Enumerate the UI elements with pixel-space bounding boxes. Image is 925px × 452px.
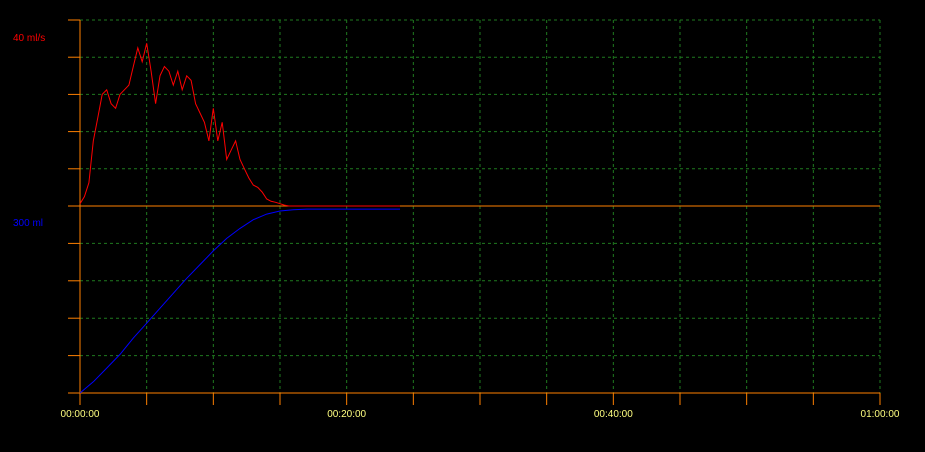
flow-series-line bbox=[79, 43, 400, 207]
flow-max-label: 40 ml/s bbox=[13, 33, 45, 44]
volume-max-label: 300 ml bbox=[13, 218, 43, 229]
axis-layer bbox=[68, 19, 881, 405]
label-layer: 40 ml/s 300 ml 00:00:00 00:20:00 00:40:00 0… bbox=[13, 33, 900, 420]
volume-series-line bbox=[79, 208, 400, 394]
series-layer bbox=[79, 43, 400, 394]
x-tick-label: 01:00:00 bbox=[861, 409, 900, 420]
uroflow-chart: 40 ml/s 300 ml 00:00:00 00:20:00 00:40:00 0… bbox=[13, 19, 900, 420]
x-tick-label: 00:40:00 bbox=[594, 409, 633, 420]
x-tick-label: 00:20:00 bbox=[327, 409, 366, 420]
x-tick-label: 00:00:00 bbox=[61, 409, 100, 420]
